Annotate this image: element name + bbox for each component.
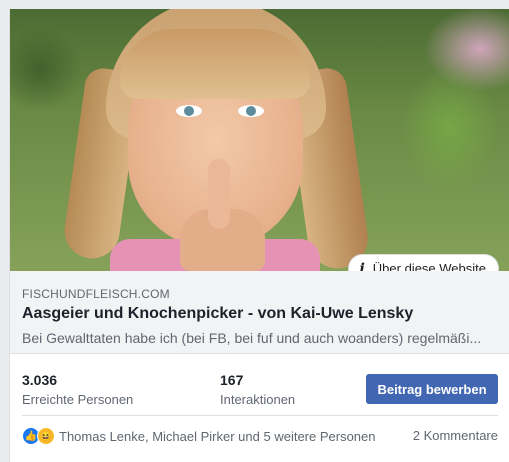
eye-right (238, 105, 264, 117)
engagement-label: Interaktionen (220, 392, 296, 407)
link-preview-image[interactable]: i Über diese Website (10, 9, 509, 271)
reactions-text[interactable]: Thomas Lenke, Michael Pirker und 5 weite… (59, 429, 376, 444)
reactions-summary[interactable]: 👍 😆 Thomas Lenke, Michael Pirker und 5 w… (22, 427, 376, 445)
haha-icon: 😆 (37, 427, 55, 445)
reach-value: 3.036 (22, 372, 58, 388)
finger (208, 159, 230, 229)
boost-post-button[interactable]: Beitrag bewerben (366, 374, 498, 404)
link-headline[interactable]: Aasgeier und Knochenpicker - von Kai-Uwe… (22, 305, 413, 323)
link-preview-meta[interactable]: FISCHUNDFLEISCH.COM Aasgeier und Knochen… (10, 271, 509, 354)
eye-left (176, 105, 202, 117)
link-domain: FISCHUNDFLEISCH.COM (22, 287, 170, 301)
comments-count[interactable]: 2 Kommentare (413, 428, 498, 443)
engagement-value: 167 (220, 372, 244, 388)
reach-stat: 3.036 Erreichte Personen (22, 372, 133, 407)
about-website-label: Über diese Website (372, 261, 486, 271)
bangs (120, 29, 310, 99)
link-description: Bei Gewalttaten habe ich (bei FB, bei fu… (22, 330, 482, 346)
info-icon: i (359, 260, 365, 272)
post-insights: 3.036 Erreichte Personen 167 Interaktion… (10, 360, 509, 416)
post-card: i Über diese Website FISCHUNDFLEISCH.COM… (9, 9, 509, 462)
engagement-stat: 167 Interaktionen (220, 372, 295, 407)
about-website-button[interactable]: i Über diese Website (349, 255, 498, 271)
reach-label: Erreichte Personen (22, 392, 134, 407)
divider (22, 415, 498, 416)
